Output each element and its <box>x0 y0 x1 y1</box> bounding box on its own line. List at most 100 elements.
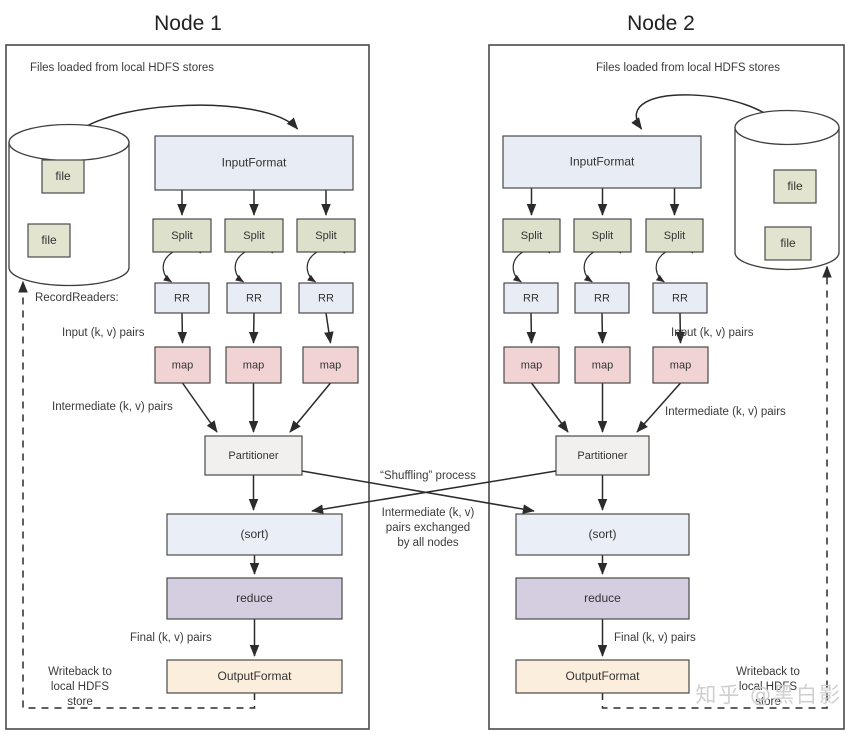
flow-label-node2-0: Input (k, v) pairs <box>671 327 754 339</box>
hdfs-load-note-node1: Files loaded from local HDFS stores <box>30 62 214 74</box>
split-box-node1-0: Split <box>152 218 212 253</box>
watermark-text: 知乎 @黑白影 <box>695 683 842 707</box>
svg-text:RR: RR <box>174 292 190 304</box>
map-to-partitioner-arrow-node2-0 <box>530 382 569 433</box>
reduce-box-node1: reduce <box>166 577 343 620</box>
split-rr-loop-node2-1 <box>583 248 622 283</box>
hdfs-cylinder-node1 <box>8 123 130 287</box>
svg-text:Split: Split <box>592 230 613 242</box>
rr-to-map-arrow-node2-1 <box>597 312 608 344</box>
writeback-label-node1-2: store <box>67 696 93 708</box>
svg-text:Partitioner: Partitioner <box>228 450 278 462</box>
flow-label-node1-3: Final (k, v) pairs <box>130 632 212 644</box>
node-title-node1: Node 1 <box>154 12 222 35</box>
rr-to-map-arrow-node2-0 <box>526 312 537 344</box>
mapreduce-dataflow-diagram: Node 1 Node 2 file file InputFormat Split Spl… <box>5 12 845 730</box>
split-rr-loop-node1-1 <box>234 248 274 283</box>
svg-text:(sort): (sort) <box>241 527 269 541</box>
svg-text:RR: RR <box>523 292 539 304</box>
record-reader-box-node2-0: RR <box>503 282 559 314</box>
writeback-label-node1-0: Writeback to <box>48 666 112 678</box>
map-box-node1-2: map <box>302 346 359 384</box>
svg-text:map: map <box>243 359 264 371</box>
svg-text:map: map <box>521 359 542 371</box>
svg-text:Split: Split <box>243 230 264 242</box>
svg-text:map: map <box>592 359 613 371</box>
writeback-dashed-path-node1 <box>18 280 256 709</box>
writeback-label-node2-0: Writeback to <box>736 666 800 678</box>
node-titles: Node 1 Node 2 <box>154 12 695 35</box>
flow-label-node1-2: Intermediate (k, v) pairs <box>52 401 173 413</box>
node-title-node2: Node 2 <box>627 12 695 35</box>
map-box-node2-2: map <box>652 346 709 384</box>
svg-text:Split: Split <box>315 230 336 242</box>
shuffling-caption-1: pairs exchanged <box>386 522 470 534</box>
svg-text:(sort): (sort) <box>589 527 617 541</box>
split-box-node1-1: Split <box>224 218 284 253</box>
flow-label-node2-2: Final (k, v) pairs <box>614 632 696 644</box>
svg-text:file: file <box>787 179 803 193</box>
rr-to-map-arrow-node1-1 <box>248 312 259 344</box>
hdfs-load-note-node2: Files loaded from local HDFS stores <box>596 62 780 74</box>
partitioner-box-node1: Partitioner <box>204 435 303 476</box>
split-box-node2-2: Split <box>645 218 704 253</box>
svg-text:OutputFormat: OutputFormat <box>217 669 292 683</box>
svg-text:Split: Split <box>171 230 192 242</box>
split-box-node1-2: Split <box>296 218 356 253</box>
map-box-node2-0: map <box>503 346 560 384</box>
svg-text:file: file <box>780 236 796 250</box>
svg-text:map: map <box>172 359 193 371</box>
shuffling-title: “Shuffling” process <box>380 470 476 482</box>
rr-to-map-arrow-node1-0 <box>177 312 188 344</box>
svg-text:reduce: reduce <box>236 591 273 605</box>
file-box-node1-1: file <box>27 223 71 258</box>
record-reader-box-node1-1: RR <box>226 282 282 314</box>
node-frames <box>5 44 845 730</box>
sort-box-node1: (sort) <box>166 513 343 556</box>
svg-text:InputFormat: InputFormat <box>222 156 287 170</box>
record-reader-box-node1-2: RR <box>298 282 354 314</box>
svg-text:RR: RR <box>594 292 610 304</box>
map-box-node2-1: map <box>574 346 631 384</box>
svg-text:RR: RR <box>318 292 334 304</box>
map-box-node1-1: map <box>225 346 282 384</box>
input-format-box-node1: InputFormat <box>154 135 354 191</box>
reduce-box-node2: reduce <box>515 577 690 620</box>
output-format-box-node1: OutputFormat <box>166 659 343 694</box>
shuffling-caption-2: by all nodes <box>397 537 459 549</box>
record-reader-box-node2-1: RR <box>574 282 630 314</box>
svg-text:Split: Split <box>521 230 542 242</box>
map-to-partitioner-arrow-node1-2 <box>289 382 332 433</box>
split-rr-loop-node1-0 <box>162 248 202 283</box>
rr-to-map-arrow-node1-2 <box>324 312 334 344</box>
svg-text:Split: Split <box>664 230 685 242</box>
file-box-node1-0: file <box>41 159 85 194</box>
flow-label-node1-1: Input (k, v) pairs <box>62 327 145 339</box>
diagram-canvas: Node 1 Node 2 file file InputFormat Split Spl… <box>0 0 850 735</box>
svg-text:OutputFormat: OutputFormat <box>565 669 640 683</box>
split-box-node2-0: Split <box>502 218 561 253</box>
writeback-label-node1-1: local HDFS <box>51 681 109 693</box>
split-rr-loop-node2-0 <box>512 248 551 283</box>
input-format-box-node2: InputFormat <box>502 135 702 189</box>
partitioner-box-node2: Partitioner <box>555 435 650 476</box>
split-rr-loop-node1-2 <box>306 248 346 283</box>
record-reader-box-node1-0: RR <box>154 282 210 314</box>
svg-text:map: map <box>320 359 341 371</box>
split-rr-loop-node2-2 <box>655 248 694 283</box>
shuffling-caption-0: Intermediate (k, v) <box>382 507 475 519</box>
svg-text:Partitioner: Partitioner <box>577 450 627 462</box>
svg-text:file: file <box>41 233 57 247</box>
svg-text:file: file <box>55 169 71 183</box>
sort-box-node2: (sort) <box>515 513 690 556</box>
output-format-box-node2: OutputFormat <box>515 659 690 694</box>
svg-text:reduce: reduce <box>584 591 621 605</box>
svg-text:RR: RR <box>246 292 262 304</box>
file-box-node2-1: file <box>764 226 812 261</box>
flow-label-node2-1: Intermediate (k, v) pairs <box>665 406 786 418</box>
svg-text:map: map <box>670 359 691 371</box>
svg-text:RR: RR <box>672 292 688 304</box>
file-box-node2-0: file <box>773 169 817 204</box>
svg-text:InputFormat: InputFormat <box>570 155 635 169</box>
record-reader-box-node2-2: RR <box>652 282 708 314</box>
